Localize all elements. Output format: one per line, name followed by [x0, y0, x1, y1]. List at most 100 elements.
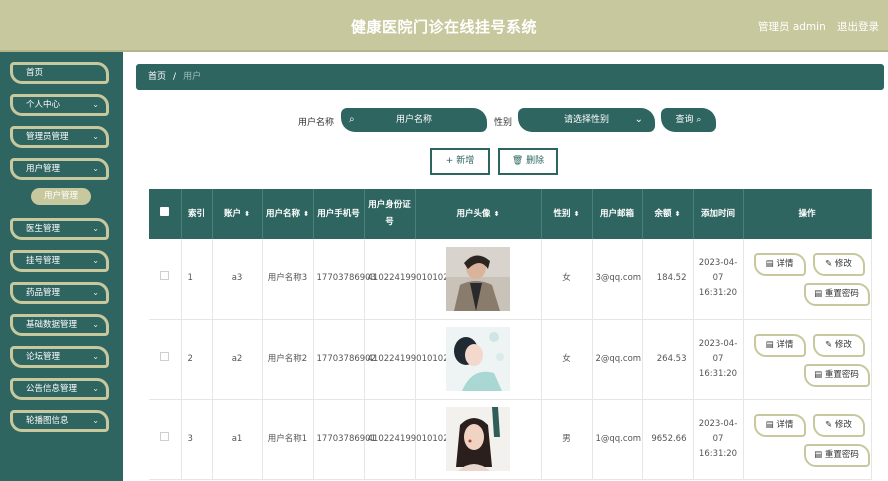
edit-button[interactable]: ✎ 修改: [812, 253, 865, 276]
cell-idcard: 410224199010102003: [364, 239, 465, 320]
avatar[interactable]: [446, 246, 510, 311]
sort-icon[interactable]: ⬍: [675, 210, 681, 218]
breadcrumb-home[interactable]: 首页: [148, 72, 166, 82]
pencil-icon: ✎: [825, 339, 835, 350]
reset-password-button[interactable]: ▤ 重置密码: [803, 443, 870, 467]
cell-balance: 184.52: [642, 239, 694, 320]
sort-icon[interactable]: ⬍: [494, 210, 500, 218]
sidebar-item-label: 管理员管理: [26, 132, 69, 142]
sort-icon[interactable]: ⬍: [574, 210, 580, 218]
document-icon: ▤: [765, 259, 777, 269]
logout-link[interactable]: 退出登录: [837, 19, 879, 34]
cell-email: 3@qq.com: [592, 239, 643, 320]
select-all-checkbox[interactable]: [149, 189, 182, 239]
sidebar-item-basedata[interactable]: 基础数据管理 ⌄: [10, 314, 109, 336]
column-header-ops: 操作: [743, 189, 872, 239]
sidebar-item-registrations[interactable]: 挂号管理 ⌄: [10, 250, 109, 272]
detail-button[interactable]: ▤ 详情: [753, 413, 806, 437]
sidebar-subitem-users[interactable]: 用户管理: [31, 188, 91, 205]
reset-password-button[interactable]: ▤ 重置密码: [803, 283, 870, 306]
sidebar-item-drugs[interactable]: 药品管理 ⌄: [10, 282, 109, 304]
chevron-down-icon: ⌄: [92, 256, 99, 265]
query-button-label: 查询: [675, 115, 694, 125]
admin-label[interactable]: 管理员 admin: [758, 19, 826, 34]
cell-created: 2023-04-07 16:31:20: [693, 399, 744, 480]
sidebar-item-label: 药品管理: [26, 288, 61, 298]
search-icon: ⌕: [349, 114, 355, 125]
sidebar-item-profile[interactable]: 个人中心 ⌄: [10, 94, 109, 116]
cell-created: 2023-04-07 16:31:20: [693, 239, 744, 320]
avatar[interactable]: [446, 327, 510, 391]
sidebar: 首页 个人中心 ⌄ 管理员管理 ⌄ 用户管理 ⌄ 用户管理 医生管理 ⌄ 挂号管理 ⌄ 药…: [0, 52, 123, 481]
chevron-down-icon: ⌄: [92, 352, 99, 361]
table-row: 3 a1 用户名称1 17703786901 41022419901010200…: [149, 399, 872, 480]
avatar[interactable]: [446, 407, 510, 471]
sort-icon[interactable]: ⬍: [244, 210, 250, 218]
row-checkbox[interactable]: [149, 319, 182, 400]
chevron-down-icon: ⌄: [92, 320, 99, 329]
document-icon: ▤: [814, 449, 825, 460]
sidebar-item-label: 论坛管理: [26, 352, 61, 362]
sidebar-item-users[interactable]: 用户管理 ⌄: [10, 158, 109, 180]
cell-phone: 17703786901: [313, 399, 376, 480]
users-table: 索引 账户 ⬍ 用户名称 ⬍ 用户手机号 用户身份证号 用户头像 ⬍ 性别 ⬍ 用户邮箱…: [149, 189, 872, 480]
sidebar-item-doctors[interactable]: 医生管理 ⌄: [10, 218, 109, 240]
column-header-index: 索引: [181, 189, 213, 239]
sort-icon[interactable]: ⬍: [303, 210, 309, 218]
chevron-down-icon: ⌄: [92, 384, 99, 393]
table-row: 1 a3 用户名称3 17703786903 41022419901010200…: [149, 239, 872, 320]
cell-idcard: 410224199010102002: [364, 319, 465, 400]
table-header-row: 索引 账户 ⬍ 用户名称 ⬍ 用户手机号 用户身份证号 用户头像 ⬍ 性别 ⬍ 用户邮箱…: [149, 189, 872, 239]
query-button[interactable]: 查询 ⌕: [661, 108, 716, 132]
table-row: 2 a2 用户名称2 17703786902 41022419901010200…: [149, 319, 872, 400]
sidebar-item-admins[interactable]: 管理员管理 ⌄: [10, 126, 109, 148]
column-header-name[interactable]: 用户名称 ⬍: [262, 189, 314, 239]
row-checkbox[interactable]: [149, 239, 182, 320]
column-header-idcard[interactable]: 用户身份证号: [364, 189, 416, 239]
cell-ops: ▤ 详情 ✎ 修改 ▤ 重置密码: [743, 239, 872, 320]
column-header-account[interactable]: 账户 ⬍: [212, 189, 263, 239]
column-header-phone[interactable]: 用户手机号: [313, 189, 365, 239]
add-button[interactable]: + 新增: [430, 148, 490, 175]
cell-gender: 女: [541, 319, 593, 400]
delete-button[interactable]: 🗑 删除: [498, 148, 558, 175]
top-bar: 健康医院门诊在线挂号系统 管理员 admin 退出登录: [0, 0, 888, 52]
plus-icon: +: [445, 156, 454, 166]
gender-filter-label: 性别: [494, 118, 513, 128]
sidebar-item-label: 基础数据管理: [26, 320, 78, 330]
cell-gender: 男: [541, 399, 593, 480]
edit-button[interactable]: ✎ 修改: [812, 333, 865, 357]
column-header-avatar[interactable]: 用户头像 ⬍: [415, 189, 542, 239]
row-checkbox[interactable]: [149, 399, 182, 480]
sidebar-item-forum[interactable]: 论坛管理 ⌄: [10, 346, 109, 368]
sidebar-item-notices[interactable]: 公告信息管理 ⌄: [10, 378, 109, 400]
sidebar-item-label: 首页: [26, 68, 44, 78]
name-search-input[interactable]: ⌕ 用户名称: [341, 108, 487, 132]
sidebar-item-label: 用户管理: [26, 164, 61, 174]
gender-select[interactable]: 请选择性别 ⌄: [518, 108, 655, 132]
column-header-email[interactable]: 用户邮箱: [592, 189, 643, 239]
column-header-created[interactable]: 添加时间: [693, 189, 744, 239]
sidebar-item-label: 挂号管理: [26, 256, 61, 266]
reset-password-button[interactable]: ▤ 重置密码: [803, 363, 870, 387]
cell-gender: 女: [541, 239, 593, 320]
sidebar-item-carousel[interactable]: 轮播图信息 ⌄: [10, 410, 109, 432]
cell-ops: ▤ 详情 ✎ 修改 ▤ 重置密码: [743, 319, 872, 400]
chevron-down-icon: ⌄: [92, 416, 99, 425]
detail-button[interactable]: ▤ 详情: [753, 333, 806, 357]
edit-button[interactable]: ✎ 修改: [812, 413, 865, 437]
pencil-icon: ✎: [825, 419, 835, 430]
cell-created: 2023-04-07 16:31:20: [693, 319, 744, 400]
detail-button[interactable]: ▤ 详情: [753, 253, 806, 276]
name-search-placeholder: 用户名称: [395, 115, 432, 125]
sidebar-item-label: 公告信息管理: [26, 384, 78, 394]
cell-account: a1: [212, 399, 263, 480]
add-button-label: 新增: [456, 156, 475, 166]
sidebar-item-home[interactable]: 首页: [10, 62, 109, 84]
document-icon: ▤: [814, 289, 825, 299]
column-header-gender[interactable]: 性别 ⬍: [541, 189, 593, 239]
column-header-balance[interactable]: 余额 ⬍: [642, 189, 694, 239]
breadcrumb-separator: /: [173, 72, 177, 82]
cell-name: 用户名称2: [262, 319, 314, 400]
cell-phone: 17703786902: [313, 319, 376, 400]
